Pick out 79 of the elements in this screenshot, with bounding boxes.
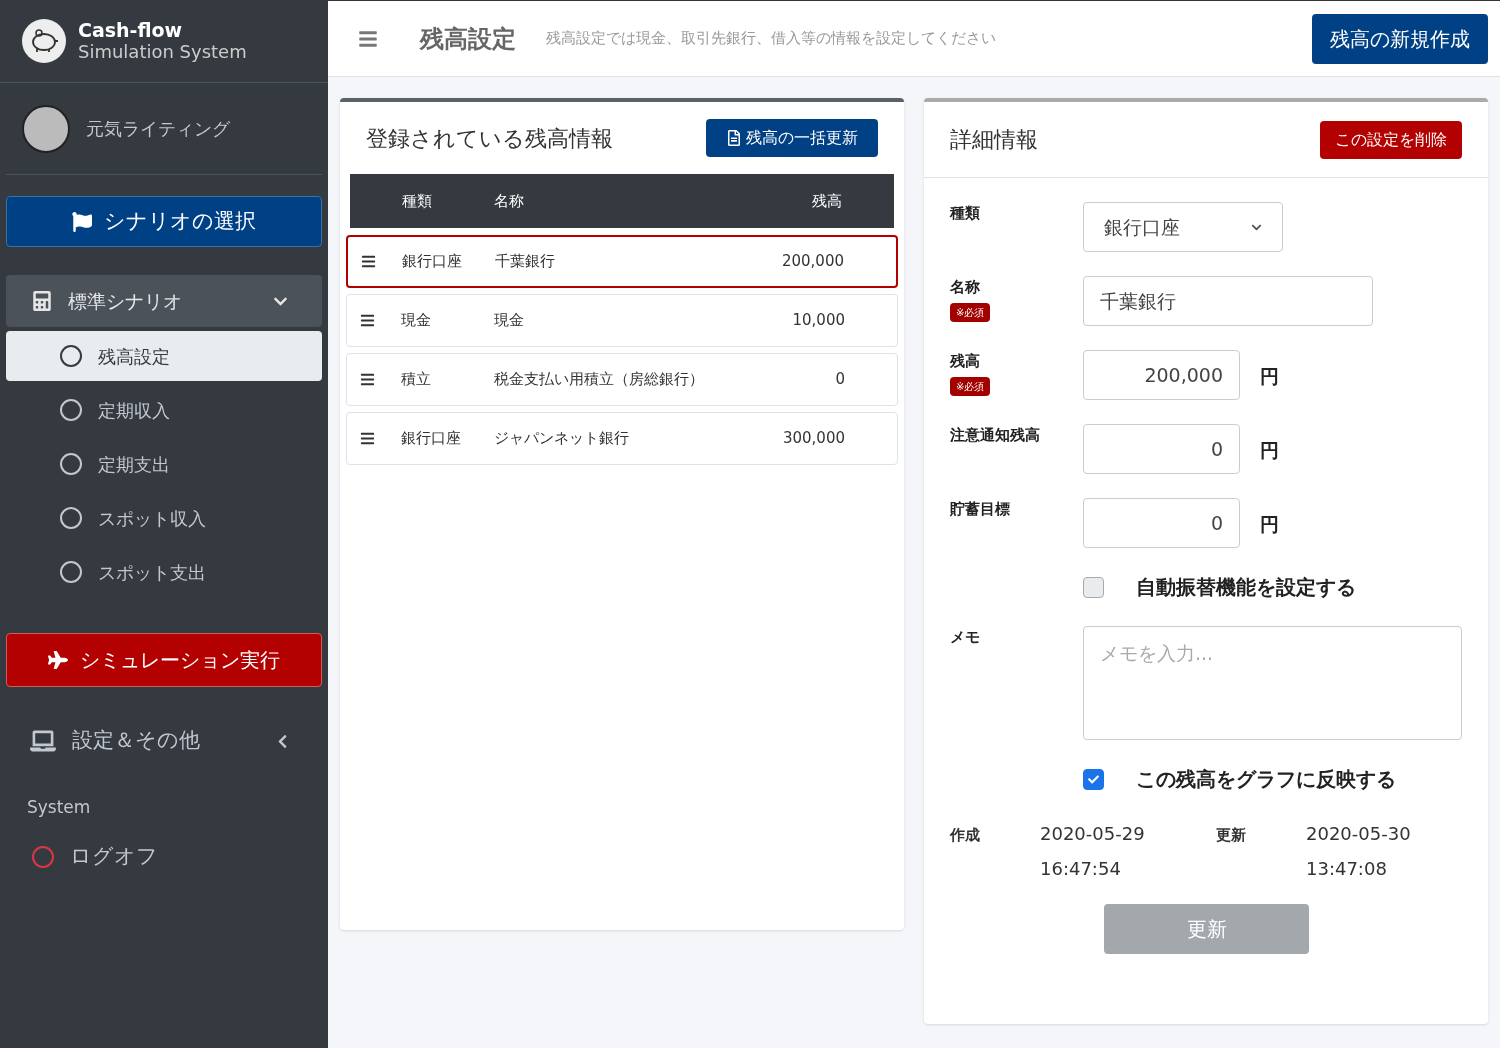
brand-title: Cash-flow (78, 19, 184, 42)
run-simulation-button[interactable]: シミュレーション実行 (6, 633, 322, 687)
airplane-icon (48, 650, 68, 670)
table-cell-text: 現金 (401, 310, 432, 332)
page-title: 残高設定 (420, 23, 516, 55)
delete-setting-button[interactable]: この設定を削除 (1320, 120, 1462, 159)
checkbox-label: この残高をグラフに反映する (1136, 766, 1396, 793)
table-cell-text: 10,000 (792, 310, 846, 332)
table-cell-text: ジャパンネット銀行 (494, 428, 630, 450)
balance-row[interactable]: 銀行口座 ジャパンネット銀行 300,000 (346, 412, 898, 465)
type-select[interactable]: 銀行口座 (1083, 202, 1283, 252)
table-cell-text: 300,000 (782, 428, 846, 450)
checkbox[interactable] (1083, 768, 1104, 790)
field-label: 貯蓄目標 (950, 499, 1010, 520)
page-description: 残高設定では現金、取引先銀行、借入等の情報を設定してください (546, 28, 997, 50)
avatar (22, 104, 70, 153)
table-cell-text: 銀行口座 (401, 428, 462, 450)
piggy-bank-logo-icon (22, 19, 66, 63)
table-cell-text: 銀行口座 (402, 251, 463, 273)
field-label: 名称 (950, 277, 980, 298)
checkbox-label: 自動振替機能を設定する (1136, 574, 1356, 601)
yen-unit: 円 (1260, 364, 1279, 389)
section-heading: System (27, 796, 92, 819)
required-badge: ※必須 (950, 302, 991, 322)
table-cell-text: 現金 (494, 310, 525, 332)
submenu-item[interactable]: スポット収入 (6, 493, 322, 543)
user-name: 元気ライティング (86, 117, 230, 141)
scenario-select-button[interactable]: シナリオの選択 (6, 196, 322, 247)
calculator-icon (32, 291, 52, 311)
created-date: 2020-05-29 (1040, 822, 1146, 846)
updated-time: 13:47:08 (1306, 857, 1388, 881)
menu-icon[interactable] (358, 28, 378, 49)
name-field[interactable]: 千葉銀行 (1083, 276, 1373, 326)
table-cell-text: 0 (835, 369, 846, 391)
card-title: 詳細情報 (950, 126, 1039, 154)
amount-field[interactable]: 0 (1083, 498, 1240, 548)
checkbox[interactable] (1083, 576, 1104, 598)
settings-menu-item[interactable]: 設定＆その他 (6, 715, 322, 767)
new-balance-button[interactable]: 残高の新規作成 (1312, 13, 1488, 64)
drag-handle-icon[interactable] (360, 313, 375, 328)
drag-handle-icon[interactable] (361, 254, 376, 269)
flag-icon (72, 211, 92, 232)
field-label: メモ (950, 627, 980, 648)
document-icon (726, 130, 742, 146)
field-label: 更新 (1216, 825, 1247, 846)
field-label: 注意通知残高 (950, 425, 1040, 446)
amount-field[interactable]: 0 (1083, 424, 1240, 474)
submenu-item[interactable]: 定期収入 (6, 385, 322, 435)
submenu-item[interactable]: スポット支出 (6, 547, 322, 597)
table-cell-text: 千葉銀行 (495, 251, 556, 273)
table-cell-text: 税金支払い用積立（房総銀行） (494, 369, 705, 391)
scenario-menu-header[interactable]: 標準シナリオ (6, 275, 322, 327)
submenu-item[interactable]: 定期支出 (6, 439, 322, 489)
created-time: 16:47:54 (1040, 857, 1122, 881)
column-header: 残高 (812, 190, 843, 212)
submenu-item[interactable]: 残高設定 (6, 331, 322, 381)
balance-row[interactable]: 銀行口座 千葉銀行 200,000 (346, 235, 898, 288)
yen-unit: 円 (1260, 438, 1279, 463)
card-title: 登録されている残高情報 (366, 124, 614, 153)
balance-row[interactable]: 現金 現金 10,000 (346, 294, 898, 347)
bulk-update-button[interactable]: 残高の一括更新 (706, 119, 878, 157)
updated-date: 2020-05-30 (1306, 822, 1411, 846)
brand-subtitle: Simulation System (78, 41, 247, 63)
table-cell-text: 200,000 (781, 251, 845, 273)
logoff-menu-item[interactable]: ログオフ (6, 834, 322, 879)
amount-field[interactable]: 200,000 (1083, 350, 1240, 400)
laptop-icon (30, 728, 56, 754)
drag-handle-icon[interactable] (360, 372, 375, 387)
yen-unit: 円 (1260, 512, 1279, 537)
table-cell-text: 積立 (401, 369, 432, 391)
field-label: 残高 (950, 351, 980, 372)
field-label: 種類 (950, 203, 980, 224)
field-label: 作成 (950, 825, 981, 846)
column-header: 種類 (401, 190, 433, 212)
balance-row[interactable]: 積立 税金支払い用積立（房総銀行） 0 (346, 353, 898, 406)
required-badge: ※必須 (950, 376, 991, 396)
column-header: 名称 (494, 190, 525, 212)
drag-handle-icon[interactable] (360, 431, 375, 446)
check-icon (1088, 773, 1099, 785)
